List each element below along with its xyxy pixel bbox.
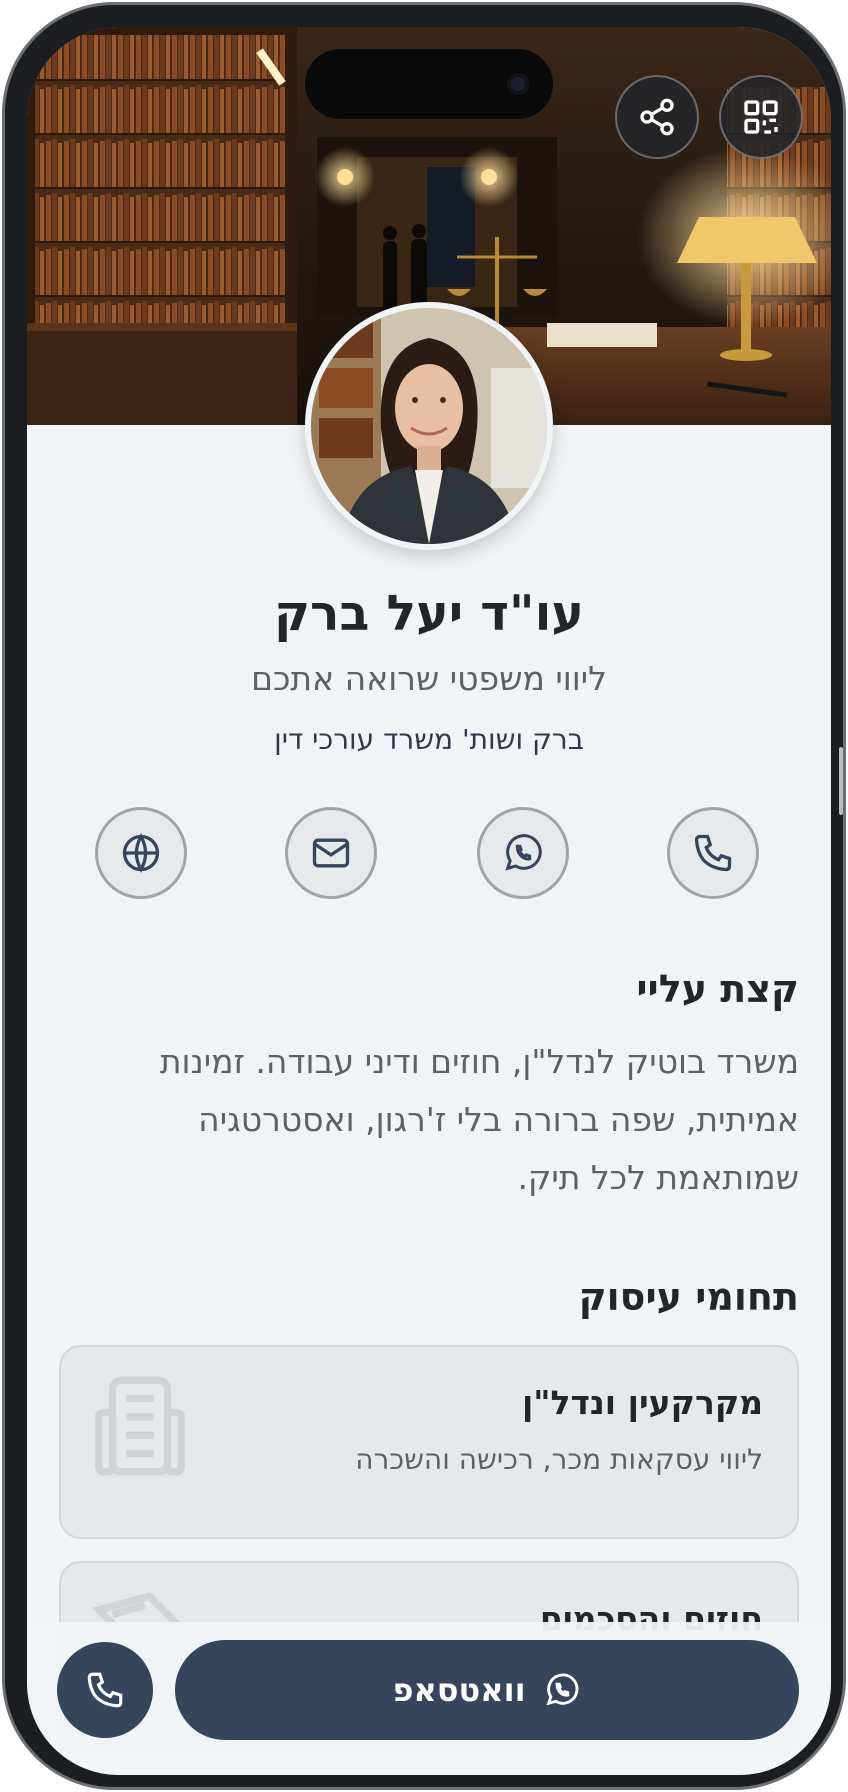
practice-card-title: מקרקעין ונדל"ן [521, 1383, 763, 1422]
whatsapp-icon [505, 834, 542, 871]
whatsapp-contact-button[interactable] [477, 807, 569, 899]
share-icon [640, 98, 674, 136]
call-button[interactable] [57, 1642, 153, 1738]
whatsapp-icon [546, 1673, 578, 1706]
side-button [839, 747, 843, 815]
practice-title: תחומי עיסוק [578, 1275, 799, 1319]
phone-icon [694, 834, 732, 872]
building-icon [95, 1376, 185, 1476]
profile-tagline: ליווי משפטי שרואה אתכם [251, 659, 607, 698]
whatsapp-button-label: וואטסאפ [392, 1671, 526, 1709]
firm-name: ברק ושות' משרד עורכי דין [274, 723, 584, 756]
email-button[interactable] [285, 807, 377, 899]
profile-name: עו"ד יעל ברק [273, 585, 585, 642]
practice-card[interactable]: מקרקעין ונדל"ן ליווי עסקאות מכר, רכישה ו… [59, 1345, 799, 1539]
practice-card-subtitle: ליווי עסקאות מכר, רכישה והשכרה [355, 1443, 763, 1476]
screen: עו"ד יעל ברק ליווי משפטי שרואה אתכם ברק … [27, 27, 831, 1775]
bottom-action-bar: וואטסאפ [27, 1622, 831, 1775]
qr-code-icon [744, 100, 778, 134]
globe-icon [122, 833, 160, 873]
share-button[interactable] [615, 75, 699, 159]
camera-lens [507, 73, 529, 95]
avatar [305, 302, 553, 550]
qr-code-button[interactable] [719, 75, 803, 159]
mail-icon [312, 838, 350, 868]
about-title: קצת עליי [636, 967, 799, 1011]
whatsapp-button[interactable]: וואטסאפ [175, 1640, 799, 1740]
phone-frame: עו"ד יעל ברק ליווי משפטי שרואה אתכם ברק … [2, 2, 846, 1790]
website-button[interactable] [95, 807, 187, 899]
about-text: משרד בוטיק לנדל"ן, חוזים ודיני עבודה. זמ… [159, 1042, 799, 1197]
phone-icon [87, 1672, 123, 1708]
dynamic-island [305, 49, 553, 119]
phone-button[interactable] [667, 807, 759, 899]
